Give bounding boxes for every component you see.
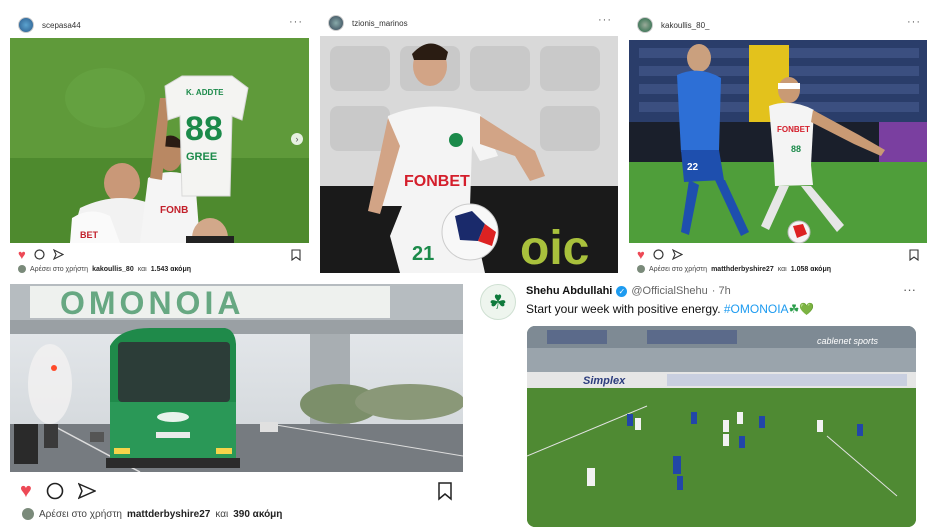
tweet-body: Start your week with positive energy. <box>526 302 721 316</box>
share-icon[interactable] <box>52 249 64 260</box>
player1-number-text: 22 <box>687 162 699 173</box>
post-photo[interactable]: oic FONBET 21 <box>320 36 618 273</box>
heart-icon[interactable]: ♥ <box>18 248 26 261</box>
likes-count[interactable]: 1.543 ακόμη <box>151 266 191 273</box>
tweet-media[interactable]: cablenet sports Simplex <box>527 326 916 527</box>
shirt-number-text: 88 <box>185 110 223 148</box>
tweet-card: ☘ Shehu Abdullahi ✓ @OfficialShehu · 7h … <box>472 278 932 527</box>
liker-avatar <box>637 265 645 273</box>
likes-connector: και <box>137 265 147 273</box>
more-options-icon[interactable]: ··· <box>289 16 303 28</box>
tweet-header: Shehu Abdullahi ✓ @OfficialShehu · 7h <box>526 285 731 297</box>
tweet-text: Start your week with positive energy. #O… <box>526 302 814 316</box>
tweet-hashtag[interactable]: #OMONOIA <box>724 302 789 316</box>
board-text: oic <box>520 222 589 273</box>
more-options-icon[interactable]: ··· <box>907 16 921 28</box>
post-header: tzionis_marinos ··· <box>320 6 618 40</box>
post-header: kakoullis_80_ ··· <box>629 8 927 42</box>
carousel-next-icon[interactable]: › <box>291 133 303 145</box>
video-match-frame: cablenet sports Simplex <box>527 326 916 527</box>
collage: scepasa44 ··· FONB K. ADDTE 88 GREE BET … <box>0 0 938 527</box>
post-header: scepasa44 ··· <box>10 8 309 42</box>
heart-icon[interactable]: ♥ <box>637 248 645 261</box>
photo-shirt-celebration: FONB K. ADDTE 88 GREE BET <box>10 38 309 243</box>
post-photo[interactable]: FONB K. ADDTE 88 GREE BET › <box>10 38 309 243</box>
tweet-author-name[interactable]: Shehu Abdullahi <box>526 285 612 297</box>
banner-text: OMONOIA <box>60 285 244 321</box>
likes-connector: και <box>777 265 787 273</box>
photo-match-duel: 22 FONBET 88 <box>629 40 927 243</box>
post-actions: ♥ <box>637 248 683 261</box>
avatar[interactable] <box>328 15 344 31</box>
player2-number-text: 88 <box>791 144 801 154</box>
bookmark-icon[interactable] <box>437 481 453 501</box>
bookmark-icon[interactable] <box>909 249 919 261</box>
likes-count[interactable]: 390 ακόμη <box>233 509 282 520</box>
likes-row: Αρέσει στο χρήστη mattderbyshire27 και 3… <box>22 508 282 520</box>
shirt-sponsor-text: GREE <box>186 151 217 163</box>
shirt-name-text: K. ADDTE <box>186 88 224 97</box>
liker-username[interactable]: kakoullis_80 <box>92 266 134 273</box>
shorts-number-text: 21 <box>412 243 434 265</box>
avatar[interactable] <box>18 17 34 33</box>
share-icon[interactable] <box>77 482 96 500</box>
likes-count[interactable]: 1.058 ακόμη <box>791 266 831 273</box>
likes-row: Αρέσει στο χρήστη kakoullis_80 και 1.543… <box>18 265 191 273</box>
board1-text: Simplex <box>583 375 626 387</box>
instagram-post-4: OMONOIA ♥ Αρέσει στο χρήστη mattderbyshi… <box>10 284 463 527</box>
post-photo[interactable]: OMONOIA <box>10 284 463 472</box>
instagram-post-1: scepasa44 ··· FONB K. ADDTE 88 GREE BET … <box>10 8 309 278</box>
liker-username[interactable]: matthderbyshire27 <box>711 266 774 273</box>
photo-player-dribbling: oic FONBET 21 <box>320 36 618 273</box>
svg-text:FONB: FONB <box>160 205 188 216</box>
svg-text:BET: BET <box>80 230 99 240</box>
tweet-emoji: ☘💚 <box>788 302 815 316</box>
likes-row: Αρέσει στο χρήστη matthderbyshire27 και … <box>637 265 831 273</box>
clover-icon: ☘ <box>489 291 507 314</box>
comment-icon[interactable] <box>653 249 664 260</box>
comment-icon[interactable] <box>46 482 64 500</box>
likes-prefix: Αρέσει στο χρήστη <box>39 508 122 520</box>
likes-prefix: Αρέσει στο χρήστη <box>649 265 708 273</box>
heart-icon[interactable]: ♥ <box>20 481 32 501</box>
likes-prefix: Αρέσει στο χρήστη <box>30 265 89 273</box>
tweet-handle[interactable]: @OfficialShehu <box>631 285 707 297</box>
photo-team-bus: OMONOIA <box>10 284 463 472</box>
tweet-time[interactable]: · 7h <box>712 285 731 297</box>
likes-connector: και <box>215 508 229 520</box>
avatar[interactable] <box>637 17 653 33</box>
username[interactable]: kakoullis_80_ <box>661 21 709 30</box>
post-photo[interactable]: 22 FONBET 88 <box>629 40 927 243</box>
instagram-post-3: kakoullis_80_ ··· 22 FONBET 88 ♥ Αρέσει … <box>629 8 927 278</box>
liker-avatar <box>18 265 26 273</box>
username[interactable]: scepasa44 <box>42 21 81 30</box>
bookmark-icon[interactable] <box>291 249 301 261</box>
share-icon[interactable] <box>671 249 683 260</box>
jersey-sponsor-text: FONBET <box>404 173 470 190</box>
player2-sponsor-text: FONBET <box>777 125 810 134</box>
more-options-icon[interactable]: ··· <box>598 14 612 26</box>
verified-badge-icon: ✓ <box>616 285 628 297</box>
comment-icon[interactable] <box>34 249 45 260</box>
board2-text: cablenet sports <box>817 336 879 346</box>
more-options-icon[interactable]: ··· <box>903 282 916 297</box>
liker-avatar <box>22 508 34 520</box>
post-actions: ♥ <box>20 481 96 501</box>
instagram-post-2: tzionis_marinos ··· oic FONBET 21 <box>320 6 618 276</box>
username[interactable]: tzionis_marinos <box>352 19 408 28</box>
liker-username[interactable]: mattderbyshire27 <box>127 509 210 520</box>
tweet-avatar[interactable]: ☘ <box>480 284 516 320</box>
post-actions: ♥ <box>18 248 64 261</box>
